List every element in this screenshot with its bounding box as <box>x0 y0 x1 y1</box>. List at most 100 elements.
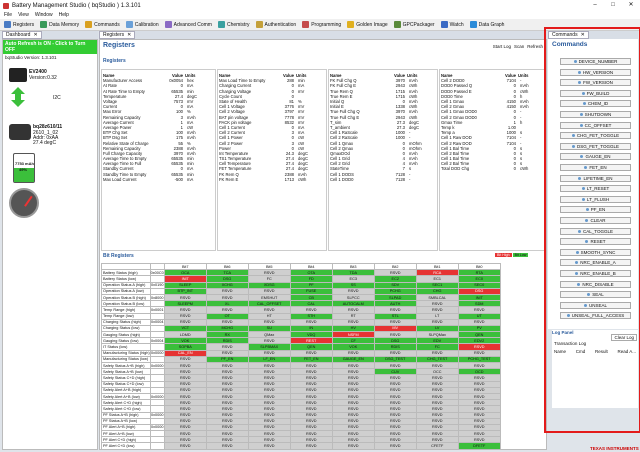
register-units: - <box>409 176 411 182</box>
bit-cell[interactable]: RSVD <box>205 442 249 450</box>
registers-title: Registers <box>103 42 135 49</box>
bit-cell[interactable]: RSVD <box>163 442 207 450</box>
bit-register-name: PF Alert C+D (low) <box>101 442 151 450</box>
register-actions: Start Log Scan Refresh <box>493 44 543 49</box>
toolbar-gpcpackager-button[interactable]: GPCPackager <box>392 20 437 30</box>
register-name: Total DOD Chg <box>441 166 470 172</box>
register-row[interactable]: FK Rem E 1713 cWh <box>218 177 309 182</box>
ti-logo: TEXAS INSTRUMENTS <box>590 446 639 451</box>
register-value: -500 <box>174 176 183 182</box>
bit-cell[interactable]: RSVD <box>373 442 417 450</box>
register-units: mAh <box>187 135 196 141</box>
toolbar-chemistry-button[interactable]: Chemistry <box>216 20 252 30</box>
register-row[interactable]: Total DOD Chg 0 cWh <box>440 166 530 171</box>
register-name: Max Load Current <box>103 176 137 182</box>
start-log-button[interactable]: Start Log <box>493 44 511 49</box>
toolbar-golden-image-button[interactable]: Golden Image <box>345 20 389 30</box>
battery-capacity: 7753 mAh <box>15 161 34 166</box>
menu-window[interactable]: Window <box>35 12 53 18</box>
dial-needle <box>24 195 33 207</box>
register-table-2: Name Value Units Max Load Time to Empty 288 m… <box>218 73 309 182</box>
battery-percent: 49% <box>19 167 28 172</box>
tab-dashboard[interactable]: Dashboard ✕ <box>2 31 42 39</box>
bit-cell[interactable]: RSVD <box>289 442 333 450</box>
toolbar-data-memory-button[interactable]: Data Memory <box>38 20 81 30</box>
data-memory-icon <box>40 21 48 28</box>
maximize-icon[interactable]: □ <box>604 0 622 11</box>
data-graph-icon <box>469 21 477 28</box>
calibration-icon <box>125 21 133 28</box>
close-icon[interactable]: ✕ <box>622 0 640 11</box>
register-value: 1713 <box>284 176 294 182</box>
studio-version: bqStudio Version: 1.3.101 <box>5 55 57 60</box>
menu-file[interactable]: File <box>4 12 12 18</box>
scan-button[interactable]: Scan <box>514 44 524 49</box>
close-icon[interactable]: ✕ <box>127 32 131 38</box>
bit-cell[interactable]: DFETF <box>457 442 501 450</box>
tab-registers[interactable]: Registers ✕ <box>99 31 136 39</box>
minimize-icon[interactable]: – <box>586 0 604 11</box>
auto-refresh-status[interactable]: Auto Refresh is ON - Click to Turn OFF <box>3 40 97 54</box>
dashboard-panel: Auto Refresh is ON - Click to Turn OFF b… <box>2 39 98 450</box>
bit-cell[interactable]: RSVD <box>331 442 375 450</box>
register-units: degC <box>298 166 309 172</box>
chip-icon <box>9 124 31 140</box>
register-table-3: Name Value Units FK Full Chg Q 3970 mAh FK Ful… <box>329 73 423 182</box>
bit-legend: Bit High Bit Low <box>495 253 529 257</box>
close-icon[interactable]: ✕ <box>33 32 37 38</box>
window-controls: – □ ✕ <box>586 0 640 11</box>
toolbar-data-graph-button[interactable]: Data Graph <box>468 20 507 30</box>
menu-bar: File View Window Help <box>0 11 640 19</box>
register-name: FK Rem E <box>219 176 239 182</box>
toolbar-registers-button[interactable]: Registers <box>2 20 36 30</box>
watch-icon <box>440 21 448 28</box>
register-value: 7128 <box>395 176 405 182</box>
chemistry-icon <box>217 21 225 28</box>
register-units: cWh <box>298 176 307 182</box>
registers-section-title: Registers <box>103 58 126 64</box>
registers-tabstrip: Registers ✕ <box>99 31 547 39</box>
ev-version: Version:0.32 <box>29 75 57 81</box>
i2c-label: I2C <box>53 95 61 101</box>
register-units: mAh <box>187 114 196 120</box>
title-bar: Battery Management Studio ( bqStudio ) 1… <box>0 0 640 11</box>
register-name: Cell 1 DOD0 <box>330 176 354 182</box>
refresh-button[interactable]: Refresh <box>527 44 543 49</box>
menu-view[interactable]: View <box>18 12 29 18</box>
col-units-header: Units <box>518 73 529 79</box>
bit-row: PF Alert C+D (low) RSVD RSVD RSVD RSVD RSVD RS… <box>101 442 501 450</box>
toolbar-advanced-comm-button[interactable]: Advanced Comm <box>163 20 214 30</box>
register-units: cWh <box>520 166 529 172</box>
toolbar-commands-button[interactable]: Commands <box>83 20 122 30</box>
arrows-icon <box>11 87 25 107</box>
register-table-1: Name Value Units Manufacturer Access 0x0054 h… <box>102 73 198 182</box>
register-value: 0 <box>513 166 516 172</box>
register-units: mAh <box>298 171 307 177</box>
app-icon <box>3 2 9 9</box>
toolbar-programming-button[interactable]: Programming <box>300 20 343 30</box>
register-row[interactable]: Cell 1 DOD0 7128- <box>329 177 423 182</box>
register-table-4: Name Value Units Cell 2 DOD0 7104- DOD0 Passe… <box>440 73 530 172</box>
register-row[interactable]: Max Load Current -500 mA <box>102 177 198 182</box>
toolbar-watch-button[interactable]: Watch <box>439 20 466 30</box>
dashboard-tabstrip: Dashboard ✕ <box>2 31 98 39</box>
gpcpackager-icon <box>393 21 401 28</box>
gauge-temperature: 27.4 degC <box>33 140 57 146</box>
authentication-icon <box>255 21 263 28</box>
register-units: mA <box>187 176 194 182</box>
legend-bit-low: Bit Low <box>512 253 529 257</box>
bit-register-value <box>149 442 165 450</box>
bit-registers-table: Bit7 Bit6 Bit5 Bit4 Bit3 Bit2 Bit1 Bit0 Battery … <box>101 262 501 450</box>
toolbar-calibration-button[interactable]: Calibration <box>124 20 161 30</box>
ev2400-icon <box>9 68 27 82</box>
programming-icon <box>302 21 310 28</box>
bit-cell[interactable]: RSVD <box>247 442 291 450</box>
window-title: Battery Management Studio ( bqStudio ) 1… <box>12 2 141 9</box>
register-units: mOhm <box>409 140 422 146</box>
menu-help[interactable]: Help <box>59 12 69 18</box>
bit-cell[interactable]: CFETF <box>415 442 459 450</box>
gauge-dial-icon <box>9 188 39 218</box>
legend-bit-high: Bit High <box>495 253 512 257</box>
toolbar-authentication-button[interactable]: Authentication <box>254 20 299 30</box>
advanced-comm-icon <box>164 21 172 28</box>
